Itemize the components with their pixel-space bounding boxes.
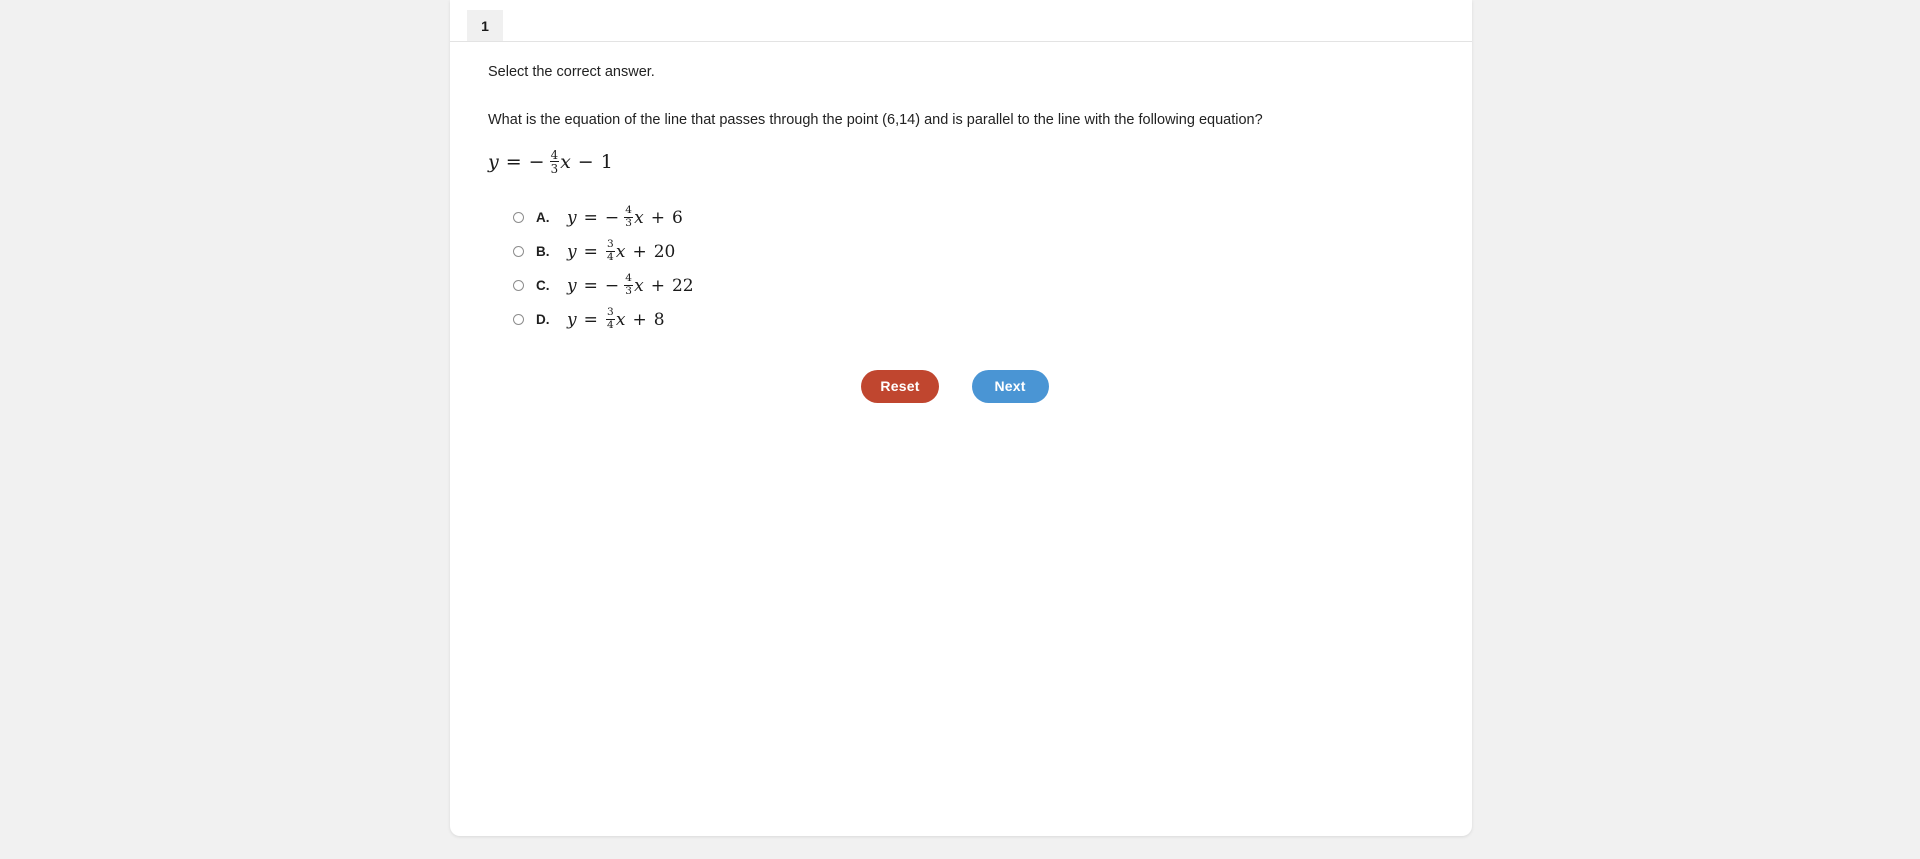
option-d-operator: +	[632, 309, 647, 330]
answer-options: A. y = − 4 3 x + 6 B. y = 3 4 x + 20 C. …	[488, 201, 1434, 337]
radio-button-d[interactable]	[513, 314, 524, 326]
option-c-constant: 22	[671, 275, 694, 296]
option-equation-a: y = − 4 3 x + 6	[567, 204, 683, 230]
stem-equals: =	[505, 151, 522, 174]
next-button[interactable]: Next	[971, 369, 1049, 403]
option-c-sign: −	[604, 275, 620, 296]
option-a-numerator: 4	[625, 204, 632, 217]
option-b-fraction: 3 4	[605, 238, 615, 264]
option-equation-d: y = 3 4 x + 8	[567, 306, 665, 332]
stem-fraction-numerator: 4	[550, 147, 559, 162]
question-tab-strip: 1	[450, 10, 1472, 42]
option-letter-b: B.	[536, 244, 550, 260]
option-a-operator: +	[650, 207, 665, 228]
option-a-variable: x	[634, 207, 644, 228]
option-d[interactable]: D. y = 3 4 x + 8	[488, 303, 1434, 337]
option-b-lhs: y	[567, 241, 577, 262]
option-equation-b: y = 3 4 x + 20	[567, 238, 676, 264]
stem-lhs: y	[488, 151, 499, 174]
option-a-fraction: 4 3	[624, 204, 634, 230]
option-c-lhs: y	[567, 275, 577, 296]
stem-fraction-denominator: 3	[550, 161, 559, 176]
tab-question-1[interactable]: 1	[467, 10, 503, 41]
tab-label: 1	[481, 17, 489, 34]
option-c-variable: x	[634, 275, 644, 296]
option-c-denominator: 3	[625, 285, 632, 298]
stem-sign: −	[528, 151, 545, 174]
question-text: What is the equation of the line that pa…	[488, 112, 1263, 129]
radio-button-c[interactable]	[513, 280, 524, 292]
option-b-numerator: 3	[607, 238, 614, 251]
reset-button[interactable]: Reset	[861, 369, 939, 403]
option-d-equals: =	[583, 309, 598, 330]
option-c-fraction: 4 3	[624, 272, 634, 298]
option-a-lhs: y	[567, 207, 577, 228]
stem-equation: y = − 4 3 x − 1	[488, 147, 1434, 176]
option-letter-a: A.	[536, 210, 550, 226]
option-d-variable: x	[615, 309, 626, 330]
option-a-denominator: 3	[625, 217, 632, 230]
stem-variable: x	[560, 151, 571, 174]
option-a-equals: =	[583, 207, 598, 228]
question-card: 1 Select the correct answer. What is the…	[450, 0, 1472, 836]
option-d-denominator: 4	[607, 319, 614, 332]
option-a-constant: 6	[671, 207, 683, 228]
instruction-text: Select the correct answer.	[488, 64, 655, 80]
radio-button-b[interactable]	[513, 246, 524, 258]
action-buttons: Reset Next	[488, 369, 1434, 403]
option-d-numerator: 3	[607, 306, 614, 319]
option-c-equals: =	[583, 275, 598, 296]
option-b[interactable]: B. y = 3 4 x + 20	[488, 235, 1434, 269]
option-b-variable: x	[615, 241, 626, 262]
option-d-lhs: y	[567, 309, 577, 330]
stem-equation-math: y = − 4 3 x − 1	[488, 147, 613, 176]
stem-fraction: 4 3	[549, 147, 560, 176]
stem-operator: −	[577, 151, 594, 174]
option-d-constant: 8	[653, 309, 665, 330]
option-equation-c: y = − 4 3 x + 22	[567, 272, 694, 298]
option-b-equals: =	[583, 241, 598, 262]
option-a[interactable]: A. y = − 4 3 x + 6	[488, 201, 1434, 235]
option-a-sign: −	[604, 207, 620, 228]
option-c[interactable]: C. y = − 4 3 x + 22	[488, 269, 1434, 303]
option-c-numerator: 4	[625, 272, 632, 285]
option-letter-c: C.	[536, 278, 550, 294]
option-b-operator: +	[632, 241, 647, 262]
page-root: 1 Select the correct answer. What is the…	[0, 0, 1920, 859]
option-b-denominator: 4	[607, 251, 614, 264]
radio-button-a[interactable]	[513, 212, 524, 224]
question-body: Select the correct answer. What is the e…	[450, 42, 1472, 403]
option-c-operator: +	[650, 275, 665, 296]
stem-constant: 1	[600, 151, 613, 174]
option-d-fraction: 3 4	[605, 306, 615, 332]
option-b-constant: 20	[653, 241, 676, 262]
option-letter-d: D.	[536, 312, 550, 328]
